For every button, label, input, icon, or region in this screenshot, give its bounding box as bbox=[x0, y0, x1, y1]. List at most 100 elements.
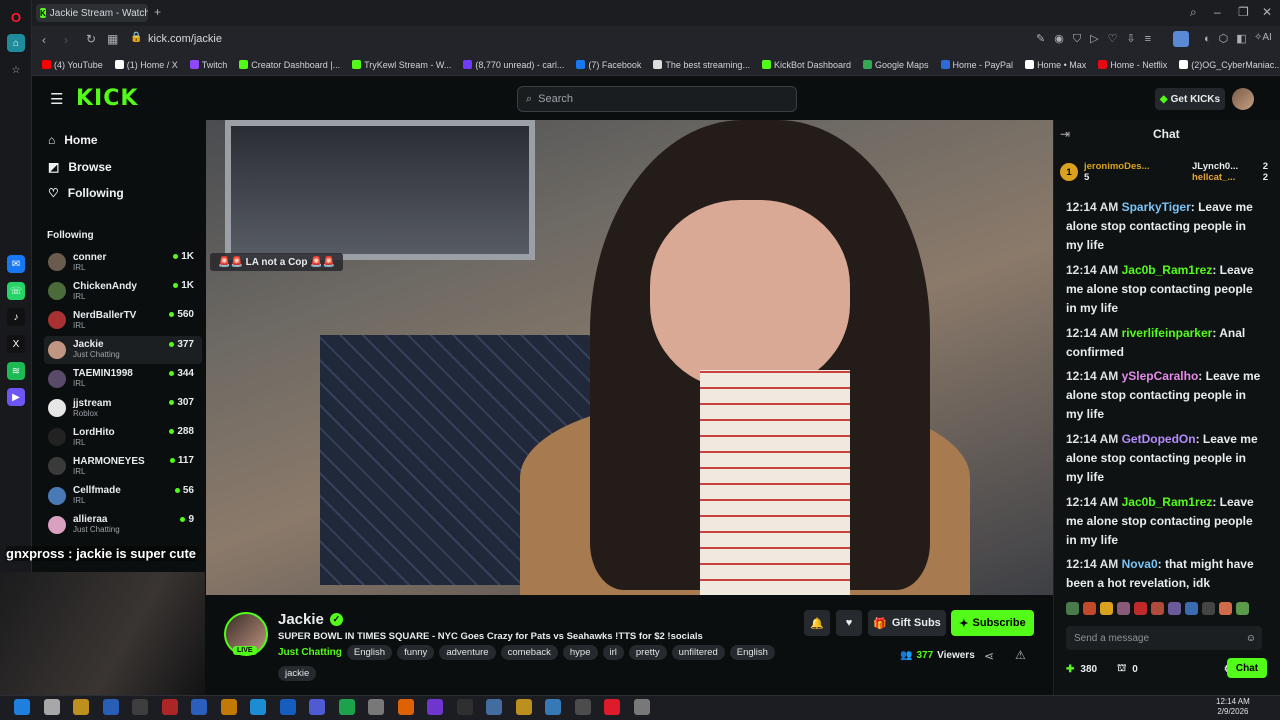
stream-tag[interactable]: pretty bbox=[628, 645, 667, 660]
bookmark-item[interactable]: (2)OG_CyberManiac... bbox=[1179, 60, 1280, 70]
tiktok-icon[interactable]: ♪ bbox=[7, 308, 25, 326]
ai-button[interactable]: ✧AI bbox=[1254, 32, 1272, 43]
stream-category[interactable]: Just Chatting bbox=[278, 647, 342, 658]
emote-icon[interactable] bbox=[1202, 602, 1215, 615]
chat-input[interactable]: Send a message ☺ bbox=[1066, 626, 1262, 650]
maximize-button[interactable]: ❐ bbox=[1238, 5, 1249, 19]
stream-tag[interactable]: funny bbox=[397, 645, 435, 660]
streamer-name[interactable]: Jackie bbox=[278, 611, 324, 628]
stream-tag[interactable]: irl bbox=[602, 645, 624, 660]
taskbar-app-icon[interactable] bbox=[427, 699, 443, 715]
chat-username[interactable]: SparkyTiger bbox=[1122, 200, 1191, 214]
following-item[interactable]: HARMONEYES IRL 117 bbox=[44, 452, 202, 480]
user-avatar[interactable] bbox=[1232, 88, 1254, 110]
emote-icon[interactable] bbox=[1236, 602, 1249, 615]
taskbar-app-icon[interactable] bbox=[338, 699, 355, 715]
bookmark-item[interactable]: (4) YouTube bbox=[42, 60, 103, 70]
stream-tag[interactable]: English bbox=[346, 645, 393, 660]
minimize-button[interactable]: – bbox=[1214, 5, 1221, 19]
stream-tag[interactable]: jackie bbox=[278, 666, 317, 681]
home-icon[interactable]: ⌂ bbox=[7, 34, 25, 52]
x-icon[interactable]: X bbox=[7, 335, 25, 353]
address-tools-icons[interactable]: ✎◉⛉▷♡⇩≡ bbox=[1036, 32, 1160, 46]
taskbar-app-icon[interactable] bbox=[73, 699, 89, 715]
emote-icon[interactable] bbox=[1185, 602, 1198, 615]
nav-home[interactable]: ⌂ Home bbox=[48, 133, 98, 147]
share-icon[interactable]: ⋖ bbox=[984, 649, 994, 663]
following-item[interactable]: conner IRL 1K bbox=[44, 248, 202, 276]
following-item[interactable]: NerdBallerTV IRL 560 bbox=[44, 306, 202, 334]
following-item[interactable]: LordHito IRL 288 bbox=[44, 423, 202, 451]
player-icon[interactable]: ▶ bbox=[7, 388, 25, 406]
chat-username[interactable]: Jac0b_Ram1rez bbox=[1122, 263, 1213, 277]
stream-tag[interactable]: adventure bbox=[439, 645, 496, 660]
report-icon[interactable]: ⚠ bbox=[1015, 648, 1026, 662]
chat-message[interactable]: 12:14 AM Jac0b_Ram1rez: Leave me alone s… bbox=[1066, 493, 1266, 550]
taskbar-app-icon[interactable] bbox=[220, 699, 237, 715]
chat-username[interactable]: riverlifeinparker bbox=[1122, 326, 1213, 340]
kick-logo[interactable]: KICK bbox=[76, 86, 138, 111]
following-item[interactable]: TAEMIN1998 IRL 344 bbox=[44, 365, 202, 393]
taskbar-app-icon[interactable] bbox=[545, 699, 561, 715]
chat-message[interactable]: 12:14 AM Jac0b_Ram1rez: Leave me alone s… bbox=[1066, 261, 1266, 318]
emote-icon[interactable] bbox=[1134, 602, 1147, 615]
chat-send-button[interactable]: Chat bbox=[1227, 658, 1267, 678]
follow-button[interactable]: ♥ bbox=[836, 610, 862, 636]
taskbar-app-icon[interactable] bbox=[456, 699, 473, 715]
subscribe-button[interactable]: ✦ Subscribe bbox=[951, 610, 1034, 636]
bookmark-item[interactable]: Creator Dashboard |... bbox=[239, 60, 340, 70]
bookmark-item[interactable]: Home - PayPal bbox=[940, 60, 1013, 70]
following-item[interactable]: allieraa Just Chatting 9 bbox=[44, 511, 202, 539]
taskbar-app-icon[interactable] bbox=[574, 699, 591, 715]
emote-icon[interactable] bbox=[1151, 602, 1164, 615]
stream-tag[interactable]: unfiltered bbox=[671, 645, 725, 660]
nav-browse[interactable]: ◩ Browse bbox=[48, 160, 112, 174]
bookmark-item[interactable]: KickBot Dashboard bbox=[761, 60, 851, 70]
chat-username[interactable]: Nova0 bbox=[1122, 557, 1158, 571]
leader-2-3[interactable]: JLynch0... 2 hellcat_... 2 bbox=[1192, 161, 1268, 183]
extension-icons[interactable]: ◐⬡◧ bbox=[1204, 32, 1255, 45]
emote-icon[interactable] bbox=[1219, 602, 1232, 615]
taskbar-app-icon[interactable] bbox=[102, 699, 119, 715]
extension-icon[interactable] bbox=[1173, 31, 1189, 47]
bookmark-item[interactable]: Home • Max bbox=[1025, 60, 1086, 70]
chat-message[interactable]: 12:14 AM ySlepCaralho: Leave me alone st… bbox=[1066, 367, 1266, 424]
new-tab-button[interactable]: + bbox=[154, 5, 161, 19]
tab-kick-jackie[interactable]: K Jackie Stream - Watch bbox=[36, 4, 148, 22]
chat-message[interactable]: 12:14 AM GetDopedOn: Leave me alone stop… bbox=[1066, 430, 1266, 487]
stream-tag[interactable]: comeback bbox=[500, 645, 558, 660]
chat-username[interactable]: ySlepCaralho bbox=[1122, 369, 1199, 383]
chat-username[interactable]: GetDopedOn bbox=[1122, 432, 1196, 446]
taskbar-app-icon[interactable] bbox=[309, 699, 325, 715]
emote-icon[interactable] bbox=[1066, 602, 1079, 615]
bookmark-item[interactable]: (1) Home / X bbox=[114, 60, 178, 70]
taskbar-app-icon[interactable] bbox=[161, 699, 178, 715]
bookmark-item[interactable]: Twitch bbox=[189, 60, 227, 70]
stream-tag[interactable]: English bbox=[729, 645, 775, 660]
bookmark-item[interactable]: Google Maps bbox=[863, 60, 929, 70]
taskbar-app-icon[interactable] bbox=[515, 699, 532, 715]
chat-message[interactable]: 12:14 AM SparkyTiger: Leave me alone sto… bbox=[1066, 198, 1266, 255]
taskbar-app-icon[interactable] bbox=[191, 699, 207, 715]
store-count[interactable]: 0 bbox=[1132, 664, 1138, 675]
emote-bar[interactable] bbox=[1066, 602, 1266, 618]
url-field[interactable]: kick.com/jackie bbox=[148, 33, 222, 45]
search-tabs-icon[interactable]: ⌕ bbox=[1190, 5, 1197, 20]
following-item[interactable]: Jackie Just Chatting 377 bbox=[44, 335, 202, 364]
bookmark-item[interactable]: (7) Facebook bbox=[576, 60, 641, 70]
taskbar-app-icon[interactable] bbox=[132, 699, 148, 715]
chat-message[interactable]: 12:14 AM riverlifeinparker: Anal confirm… bbox=[1066, 324, 1266, 362]
pinboard-icon[interactable]: ☆ bbox=[7, 61, 25, 79]
taskbar-app-icon[interactable] bbox=[397, 699, 414, 715]
taskbar-clock[interactable]: 12:14 AM 2/9/2026 bbox=[1216, 697, 1250, 717]
messenger-icon[interactable]: ✉ bbox=[7, 255, 25, 273]
bookmark-item[interactable]: The best streaming... bbox=[653, 60, 750, 70]
menu-icon[interactable]: ☰ bbox=[50, 90, 63, 108]
emoji-icon[interactable]: ☺ bbox=[1246, 633, 1256, 644]
opera-logo-icon[interactable]: O bbox=[7, 8, 25, 26]
gift-subs-button[interactable]: 🎁 Gift Subs bbox=[868, 610, 946, 636]
tabs-grid-icon[interactable]: ▦ bbox=[107, 32, 118, 46]
notification-bell-button[interactable]: 🔔 bbox=[804, 610, 830, 636]
taskbar-app-icon[interactable] bbox=[14, 699, 30, 715]
forward-button[interactable]: › bbox=[64, 33, 68, 47]
